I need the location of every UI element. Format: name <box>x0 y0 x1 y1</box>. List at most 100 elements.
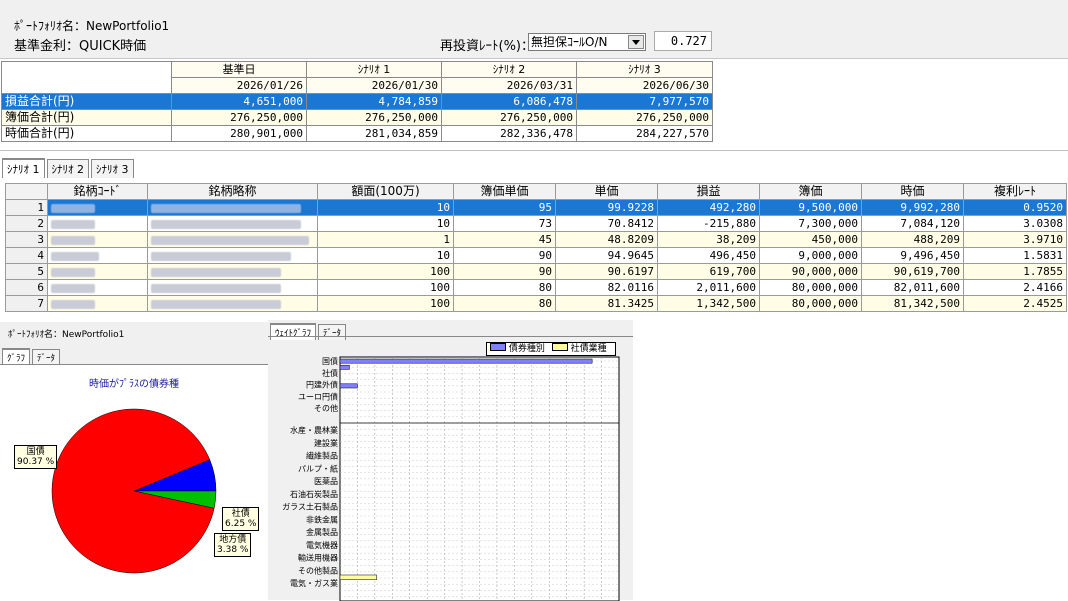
holdings-header-row: 銘柄ｺｰﾄﾞ 銘柄略称 額面(100万) 簿価単価 単価 損益 簿価 時価 複利… <box>5 183 1067 200</box>
table-row[interactable]: 5 100 90 90.6197 619,700 90,000,000 90,6… <box>5 263 1067 280</box>
redacted-name <box>147 295 318 312</box>
column-header[interactable]: 単価 <box>555 183 658 200</box>
cell[interactable]: 9,992,280 <box>861 199 964 216</box>
row-index[interactable]: 1 <box>5 199 48 216</box>
cell[interactable]: 95 <box>453 199 556 216</box>
cell[interactable]: 90 <box>453 247 556 264</box>
cell[interactable]: -215,880 <box>657 215 760 232</box>
table-row[interactable]: 7 100 80 81.3425 1,342,500 80,000,000 81… <box>5 295 1067 312</box>
cell[interactable]: 9,496,450 <box>861 247 964 264</box>
cell[interactable]: 0.9520 <box>963 199 1067 216</box>
column-header[interactable]: 簿価 <box>759 183 862 200</box>
reinvest-rate-value[interactable]: 0.727 <box>654 31 712 51</box>
cell[interactable]: 80 <box>453 279 556 296</box>
table-row[interactable]: 6 100 80 82.0116 2,011,600 80,000,000 82… <box>5 279 1067 296</box>
cell[interactable]: 7,084,120 <box>861 215 964 232</box>
tab-data[interactable]: ﾃﾞｰﾀ <box>32 349 61 365</box>
summary-cell[interactable]: 276,250,000 <box>441 109 577 126</box>
cell[interactable]: 492,280 <box>657 199 760 216</box>
row-index[interactable]: 4 <box>5 247 48 264</box>
cell[interactable]: 82,011,600 <box>861 279 964 296</box>
column-header[interactable]: 簿価単価 <box>453 183 556 200</box>
column-header[interactable]: 損益 <box>657 183 760 200</box>
tab-scenario-1[interactable]: ｼﾅﾘｵ 1 <box>2 158 45 178</box>
cell[interactable]: 3.0308 <box>963 215 1067 232</box>
base-rate-label: 基準金利：QUICK時価 <box>14 39 147 54</box>
summary-cell[interactable]: 276,250,000 <box>306 109 442 126</box>
cell[interactable]: 9,500,000 <box>759 199 862 216</box>
cell[interactable]: 100 <box>317 295 454 312</box>
chevron-down-icon[interactable] <box>628 35 644 49</box>
cell[interactable]: 496,450 <box>657 247 760 264</box>
summary-cell[interactable]: 276,250,000 <box>576 109 713 126</box>
cell[interactable]: 2,011,600 <box>657 279 760 296</box>
cell[interactable]: 1,342,500 <box>657 295 760 312</box>
column-header[interactable]: 額面(100万) <box>317 183 454 200</box>
cell[interactable]: 2.4166 <box>963 279 1067 296</box>
cell[interactable]: 2.4525 <box>963 295 1067 312</box>
cell[interactable]: 7,300,000 <box>759 215 862 232</box>
cell[interactable]: 3.9710 <box>963 231 1067 248</box>
table-row[interactable]: 4 10 90 94.9645 496,450 9,000,000 9,496,… <box>5 247 1067 264</box>
row-index[interactable]: 7 <box>5 295 48 312</box>
reinvest-rate-select[interactable]: 無担保ｺｰﾙO/N <box>528 33 646 51</box>
cell[interactable]: 90 <box>453 263 556 280</box>
column-header[interactable]: 銘柄略称 <box>147 183 318 200</box>
cell[interactable]: 619,700 <box>657 263 760 280</box>
cell[interactable]: 90,619,700 <box>861 263 964 280</box>
summary-cell[interactable]: 276,250,000 <box>171 109 307 126</box>
cell[interactable]: 70.8412 <box>555 215 658 232</box>
summary-row-book[interactable]: 簿価合計(円) 276,250,000 276,250,000 276,250,… <box>1 109 713 126</box>
cell[interactable]: 80 <box>453 295 556 312</box>
cell[interactable]: 48.8209 <box>555 231 658 248</box>
row-index[interactable]: 5 <box>5 263 48 280</box>
summary-cell[interactable]: 282,336,478 <box>441 125 577 142</box>
table-row[interactable]: 3 1 45 48.8209 38,209 450,000 488,209 3.… <box>5 231 1067 248</box>
column-header[interactable]: 時価 <box>861 183 964 200</box>
table-row[interactable]: 2 10 73 70.8412 -215,880 7,300,000 7,084… <box>5 215 1067 232</box>
cell[interactable]: 1.7855 <box>963 263 1067 280</box>
cell[interactable]: 100 <box>317 263 454 280</box>
summary-cell[interactable]: 6,086,478 <box>441 93 577 110</box>
cell[interactable]: 10 <box>317 215 454 232</box>
cell[interactable]: 82.0116 <box>555 279 658 296</box>
cell[interactable]: 9,000,000 <box>759 247 862 264</box>
portfolio-name-label: ﾎﾟｰﾄﾌｫﾘｵ名：NewPortfolio1 <box>14 19 170 33</box>
row-index[interactable]: 6 <box>5 279 48 296</box>
column-header[interactable]: 複利ﾚｰﾄ <box>963 183 1067 200</box>
summary-cell[interactable]: 4,784,859 <box>306 93 442 110</box>
cell[interactable]: 80,000,000 <box>759 295 862 312</box>
table-row[interactable]: 1 10 95 99.9228 492,280 9,500,000 9,992,… <box>5 199 1067 216</box>
cell[interactable]: 488,209 <box>861 231 964 248</box>
cell[interactable]: 100 <box>317 279 454 296</box>
pie-chart-area: 時価がﾌﾟﾗｽの債券種 国債 90.37 % 社債 6.25 % 地方債 3.3… <box>0 364 268 601</box>
cell[interactable]: 73 <box>453 215 556 232</box>
cell[interactable]: 450,000 <box>759 231 862 248</box>
tab-scenario-3[interactable]: ｼﾅﾘｵ 3 <box>91 159 134 178</box>
cell[interactable]: 80,000,000 <box>759 279 862 296</box>
cell[interactable]: 99.9228 <box>555 199 658 216</box>
cell[interactable]: 1 <box>317 231 454 248</box>
summary-cell[interactable]: 7,977,570 <box>576 93 713 110</box>
summary-cell[interactable]: 281,034,859 <box>306 125 442 142</box>
summary-cell[interactable]: 284,227,570 <box>576 125 713 142</box>
cell[interactable]: 94.9645 <box>555 247 658 264</box>
tab-scenario-2[interactable]: ｼﾅﾘｵ 2 <box>46 159 89 178</box>
cell[interactable]: 90.6197 <box>555 263 658 280</box>
cell[interactable]: 45 <box>453 231 556 248</box>
summary-cell[interactable]: 4,651,000 <box>171 93 307 110</box>
column-header[interactable]: 銘柄ｺｰﾄﾞ <box>47 183 148 200</box>
cell[interactable]: 81,342,500 <box>861 295 964 312</box>
cell[interactable]: 1.5831 <box>963 247 1067 264</box>
row-index[interactable]: 3 <box>5 231 48 248</box>
cell[interactable]: 10 <box>317 199 454 216</box>
summary-row-market[interactable]: 時価合計(円) 280,901,000 281,034,859 282,336,… <box>1 125 713 142</box>
tab-graph[interactable]: ｸﾞﾗﾌ <box>2 348 31 365</box>
summary-cell[interactable]: 280,901,000 <box>171 125 307 142</box>
cell[interactable]: 90,000,000 <box>759 263 862 280</box>
row-index[interactable]: 2 <box>5 215 48 232</box>
cell[interactable]: 38,209 <box>657 231 760 248</box>
cell[interactable]: 81.3425 <box>555 295 658 312</box>
cell[interactable]: 10 <box>317 247 454 264</box>
summary-row-pl[interactable]: 損益合計(円) 4,651,000 4,784,859 6,086,478 7,… <box>1 93 713 110</box>
